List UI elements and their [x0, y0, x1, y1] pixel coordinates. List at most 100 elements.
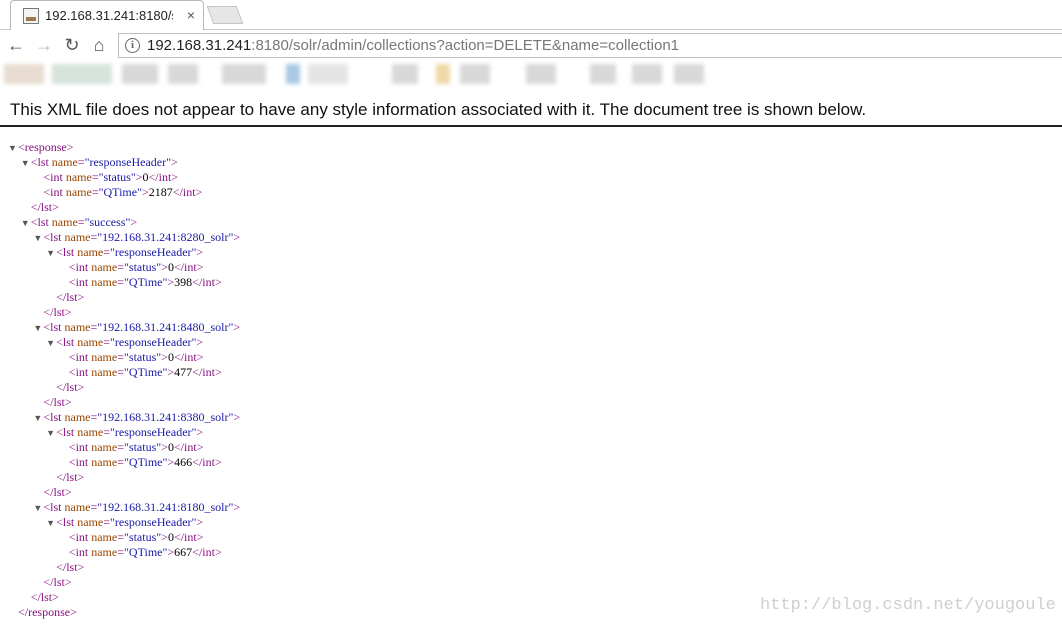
xml-attr-name: name: [88, 350, 118, 364]
collapse-triangle-icon[interactable]: ▼: [33, 411, 43, 426]
bookmark-item[interactable]: [392, 64, 418, 84]
bookmark-item[interactable]: [286, 64, 300, 84]
xml-tag-close: </int>: [192, 275, 222, 289]
xml-attr-value: "responseHeader": [109, 515, 197, 529]
collapse-triangle-icon[interactable]: ▼: [46, 516, 56, 531]
collapse-triangle-icon[interactable]: ▼: [33, 321, 43, 336]
xml-tag-close: </lst>: [56, 470, 85, 484]
xml-tag-close: </lst>: [56, 560, 85, 574]
reload-icon[interactable]: ↻: [62, 35, 82, 55]
xml-tag-open: <lst: [43, 230, 62, 244]
xml-tag-end: >: [196, 245, 204, 259]
xml-line: ▼<lst name="responseHeader">: [46, 425, 203, 440]
xml-attr-value: "QTime": [98, 185, 142, 199]
xml-tag-open: <int: [68, 440, 89, 454]
bookmark-item[interactable]: [168, 64, 198, 84]
bookmark-item[interactable]: [52, 64, 112, 84]
xml-tag-close: </lst>: [56, 290, 85, 304]
xml-attr-value: "status": [124, 440, 162, 454]
xml-tag-end: >: [196, 335, 204, 349]
xml-tag-open: <int: [68, 350, 89, 364]
bookmark-item[interactable]: [674, 64, 704, 84]
back-arrow-icon[interactable]: ←: [6, 35, 26, 55]
xml-equals: =: [117, 350, 125, 364]
xml-line: ▼<lst name="192.168.31.241:8280_solr">: [33, 230, 240, 245]
tab-close-icon[interactable]: ×: [187, 7, 195, 23]
xml-line: </lst>: [33, 485, 71, 500]
forward-arrow-icon[interactable]: →: [34, 35, 54, 55]
home-icon[interactable]: ⌂: [89, 35, 109, 55]
xml-attr-value: "responseHeader": [109, 425, 197, 439]
new-tab-button[interactable]: [206, 6, 244, 24]
collapse-triangle-icon[interactable]: ▼: [33, 231, 43, 246]
xml-line: </lst>: [46, 560, 84, 575]
xml-attr-value: "status": [124, 530, 162, 544]
collapse-triangle-icon[interactable]: ▼: [21, 216, 31, 231]
xml-line: </lst>: [21, 590, 59, 605]
xml-line: <int name="QTime">667</int>: [59, 545, 222, 560]
collapse-triangle-icon[interactable]: ▼: [21, 156, 31, 171]
xml-tag-open: <int: [68, 545, 89, 559]
xml-tag-end: >: [161, 260, 168, 274]
xml-line: <int name="status">0</int>: [59, 530, 204, 545]
bookmark-item[interactable]: [436, 64, 450, 84]
xml-attr-name: name: [88, 440, 118, 454]
xml-attr-value: "status": [98, 170, 136, 184]
xml-equals: =: [117, 365, 125, 379]
xml-line: </lst>: [46, 380, 84, 395]
xml-attr-name: name: [61, 320, 91, 334]
xml-tag-open: <lst: [56, 335, 75, 349]
bookmark-item[interactable]: [590, 64, 616, 84]
xml-line: ▼<lst name="192.168.31.241:8380_solr">: [33, 410, 240, 425]
xml-equals: =: [77, 155, 85, 169]
collapse-triangle-icon[interactable]: ▼: [46, 246, 56, 261]
xml-attr-name: name: [74, 245, 104, 259]
xml-tag-open: <int: [68, 365, 89, 379]
page-favicon-icon: [23, 8, 39, 24]
xml-tag-end: >: [233, 500, 241, 514]
xml-int-value: 2187: [148, 185, 173, 199]
xml-equals: =: [103, 515, 110, 529]
watermark: http://blog.csdn.net/yougoule: [760, 596, 1056, 615]
xml-line: <int name="status">0</int>: [59, 350, 204, 365]
xml-equals: =: [117, 455, 125, 469]
bookmark-item[interactable]: [222, 64, 266, 84]
xml-tag-end: >: [161, 440, 168, 454]
browser-tab[interactable]: 192.168.31.241:8180/sc ×: [10, 0, 204, 30]
xml-attr-name: name: [74, 515, 104, 529]
bookmark-item[interactable]: [122, 64, 158, 84]
xml-tag-end: >: [66, 140, 74, 154]
collapse-triangle-icon[interactable]: ▼: [33, 501, 43, 516]
collapse-triangle-icon[interactable]: ▼: [46, 426, 56, 441]
xml-attr-value: "status": [124, 260, 162, 274]
xml-tag-close: </int>: [173, 350, 204, 364]
xml-line: ▼<lst name="192.168.31.241:8180_solr">: [33, 500, 240, 515]
xml-tag-end: >: [233, 230, 241, 244]
xml-equals: =: [117, 530, 125, 544]
info-icon[interactable]: i: [125, 38, 140, 53]
bookmark-item[interactable]: [632, 64, 662, 84]
collapse-triangle-icon[interactable]: ▼: [8, 141, 18, 156]
xml-tag-close: </int>: [192, 455, 222, 469]
xml-attr-value: "192.168.31.241:8180_solr": [97, 500, 234, 514]
xml-tag-open: <lst: [43, 410, 62, 424]
xml-tag-open: <lst: [56, 245, 75, 259]
xml-line: ▼<lst name="responseHeader">: [46, 515, 203, 530]
bookmark-item[interactable]: [308, 64, 348, 84]
bookmark-item[interactable]: [4, 64, 44, 84]
bookmark-item[interactable]: [460, 64, 490, 84]
address-bar[interactable]: i 192.168.31.241:8180/solr/admin/collect…: [118, 33, 1062, 58]
xml-attr-name: name: [74, 425, 104, 439]
bookmark-item[interactable]: [526, 64, 556, 84]
xml-attr-name: name: [62, 170, 92, 184]
xml-attr-name: name: [48, 155, 78, 169]
collapse-triangle-icon[interactable]: ▼: [46, 336, 56, 351]
xml-tag-open: <lst: [56, 425, 75, 439]
xml-attr-name: name: [74, 335, 104, 349]
xml-attr-name: name: [61, 500, 91, 514]
xml-line: </lst>: [46, 290, 84, 305]
xml-tag-end: >: [135, 170, 143, 184]
xml-attr-value: "192.168.31.241:8380_solr": [97, 410, 234, 424]
xml-line: <int name="status">0</int>: [59, 260, 204, 275]
xml-equals: =: [103, 425, 110, 439]
